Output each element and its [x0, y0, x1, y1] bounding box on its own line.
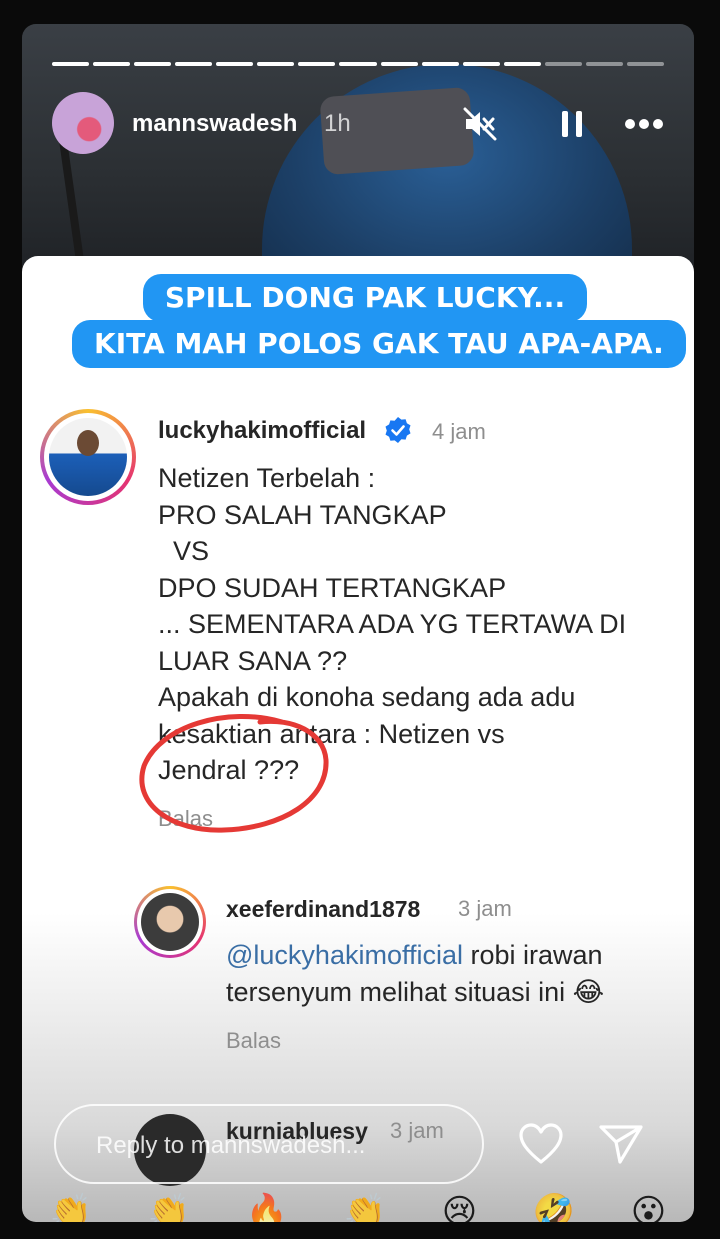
- progress-segment: [462, 62, 500, 66]
- reaction-emoji[interactable]: 👏: [50, 1192, 92, 1222]
- banner-line-1: SPILL DONG PAK LUCKY...: [142, 274, 588, 322]
- progress-segment: [503, 62, 541, 66]
- progress-segment: [175, 62, 213, 66]
- reaction-emoji[interactable]: 👏: [148, 1192, 190, 1222]
- progress-segment: [585, 62, 623, 66]
- mention-link[interactable]: @luckyhakimofficial: [226, 940, 463, 970]
- send-icon[interactable]: [598, 1122, 644, 1166]
- story-progress-bar: [52, 62, 664, 66]
- red-circle-annotation: [139, 714, 329, 833]
- verified-badge-icon: [384, 416, 412, 444]
- story-username[interactable]: mannswadesh: [132, 110, 297, 138]
- story-header: mannswadesh 1h: [52, 92, 672, 154]
- progress-segment: [257, 62, 295, 66]
- reply-input[interactable]: Reply to mannswadesh...: [54, 1104, 484, 1184]
- story-time: 1h: [324, 110, 351, 137]
- progress-segment: [544, 62, 582, 66]
- heart-icon[interactable]: [518, 1122, 564, 1166]
- reply-link[interactable]: Balas: [226, 1028, 281, 1054]
- more-icon[interactable]: [622, 106, 666, 142]
- story-text-banner: SPILL DONG PAK LUCKY... KITA MAH POLOS G…: [72, 274, 686, 368]
- reply-placeholder: Reply to mannswadesh...: [96, 1132, 366, 1159]
- reaction-emoji[interactable]: 🤣: [533, 1192, 575, 1222]
- comment-text: @luckyhakimofficial robi irawan tersenyu…: [226, 937, 676, 1010]
- avatar[interactable]: [134, 886, 206, 958]
- progress-segment: [421, 62, 459, 66]
- comment-username[interactable]: luckyhakimofficial: [158, 417, 366, 445]
- progress-segment: [380, 62, 418, 66]
- progress-segment: [626, 62, 664, 66]
- banner-line-2: KITA MAH POLOS GAK TAU APA-APA.: [72, 320, 686, 368]
- reaction-emoji[interactable]: 🔥: [246, 1192, 288, 1222]
- speaker-muted-icon[interactable]: [462, 106, 498, 142]
- reaction-emoji[interactable]: 😢: [442, 1192, 477, 1222]
- progress-segment: [339, 62, 377, 66]
- quick-reactions-row: 👏 👏 🔥 👏 😢 🤣 😮: [22, 1192, 694, 1222]
- reaction-emoji[interactable]: 😮: [631, 1192, 666, 1222]
- progress-segment: [298, 62, 336, 66]
- progress-segment: [216, 62, 254, 66]
- comment-time: 4 jam: [432, 419, 486, 444]
- story-avatar[interactable]: [52, 92, 114, 154]
- progress-segment: [52, 62, 90, 66]
- comment-username[interactable]: xeeferdinand1878: [226, 896, 420, 923]
- story-frame: mannswadesh 1h SPILL DONG PAK LUCKY... K…: [22, 24, 694, 1222]
- progress-segment: [93, 62, 131, 66]
- pause-icon[interactable]: [554, 106, 590, 142]
- progress-segment: [134, 62, 172, 66]
- comment-time: 3 jam: [458, 896, 512, 921]
- avatar[interactable]: [40, 409, 136, 505]
- reaction-emoji[interactable]: 👏: [344, 1192, 386, 1222]
